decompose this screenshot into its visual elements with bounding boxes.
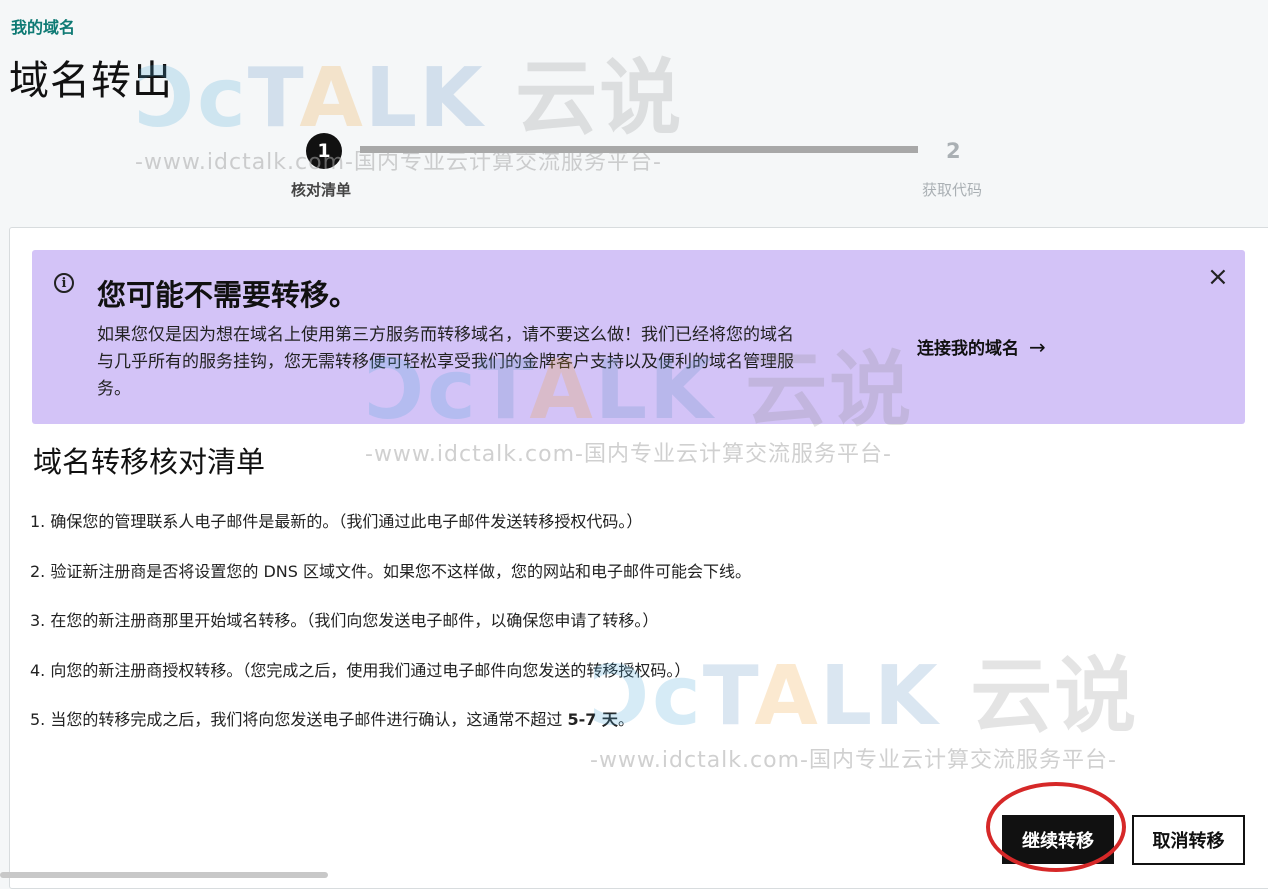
step-2-indicator: 2 (946, 139, 961, 163)
checklist: 1. 确保您的管理联系人电子邮件是最新的。（我们通过此电子邮件发送转移授权代码。… (30, 507, 1130, 755)
banner-body: 如果您仅是因为想在域名上使用第三方服务而转移域名，请不要这么做！我们已经将您的域… (97, 325, 794, 399)
connect-domain-label: 连接我的域名 (917, 339, 1019, 359)
list-item-suffix: 。 (617, 710, 634, 729)
list-item: 5. 当您的转移完成之后，我们将向您发送电子邮件进行确认，这通常不超过 5-7 … (30, 705, 1130, 755)
step-1-label: 核对清单 (291, 181, 352, 199)
banner-title: 您可能不需要转移。 (97, 278, 359, 312)
stepper-track (360, 146, 918, 153)
list-item: 1. 确保您的管理联系人电子邮件是最新的。（我们通过此电子邮件发送转移授权代码。… (30, 512, 643, 531)
list-item-text: 5. 当您的转移完成之后，我们将向您发送电子邮件进行确认，这通常不超过 (30, 710, 568, 729)
checklist-title: 域名转移核对清单 (33, 445, 266, 479)
breadcrumb[interactable]: 我的域名 (11, 14, 75, 38)
arrow-right-icon: → (1029, 335, 1046, 359)
step-1-indicator: 1 (306, 133, 342, 169)
connect-domain-link[interactable]: 连接我的域名 → (917, 334, 1046, 359)
watermark-logo: ƆcTALK 云说 (135, 51, 684, 146)
highlight-annotation (986, 782, 1126, 872)
list-item: 2. 验证新注册商是否将设置您的 DNS 区域文件。如果您不这样做，您的网站和电… (30, 561, 751, 581)
info-icon: i (54, 273, 74, 293)
cancel-transfer-button[interactable]: 取消转移 (1132, 815, 1245, 865)
duration-emphasis: 5-7 天 (567, 710, 618, 729)
list-item: 4. 向您的新注册商授权转移。（您完成之后，使用我们通过电子邮件向您发送的转移授… (30, 660, 691, 680)
watermark: ƆcTALK 云说 -www.idctalk.com-国内专业云计算交流服务平台… (135, 58, 683, 176)
step-2-label: 获取代码 (922, 181, 983, 199)
list-item: 3. 在您的新注册商那里开始域名转移。（我们向您发送电子邮件，以确保您申请了转移… (30, 611, 659, 630)
close-icon[interactable]: × (1207, 264, 1229, 290)
page-title: 域名转出 (9, 58, 173, 104)
horizontal-scrollbar[interactable] (0, 872, 328, 878)
